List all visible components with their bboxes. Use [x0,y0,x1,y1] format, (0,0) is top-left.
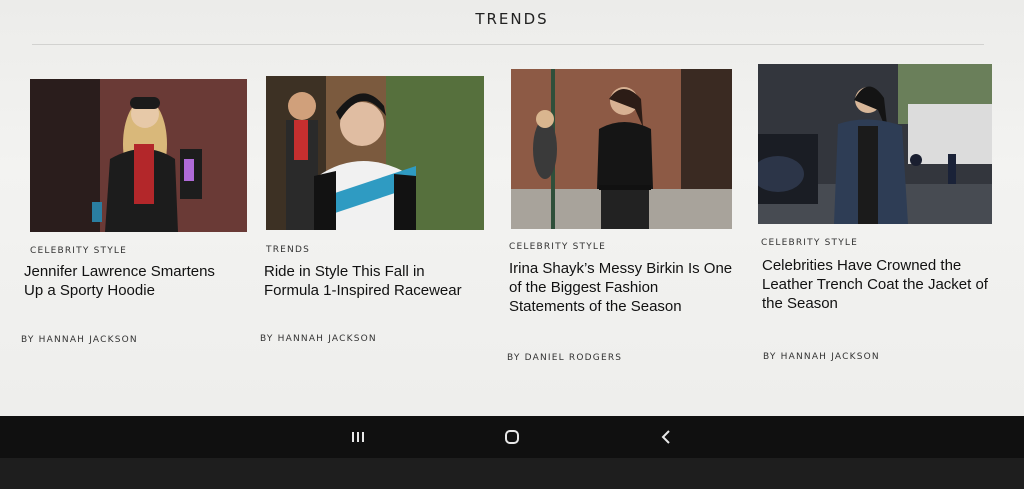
article-byline[interactable]: BY HANNAH JACKSON [260,334,377,344]
article-image[interactable] [30,79,247,232]
article-headline[interactable]: Jennifer Lawrence Smartens Up a Sporty H… [24,262,224,300]
article-headline[interactable]: Irina Shayk’s Messy Birkin Is One of the… [509,259,734,316]
article-byline[interactable]: BY HANNAH JACKSON [21,335,138,345]
article-headline[interactable]: Celebrities Have Crowned the Leather Tre… [762,256,990,313]
article-image[interactable] [266,76,484,230]
article-image[interactable] [758,64,992,224]
section-title: TRENDS [475,10,549,28]
article-category[interactable]: CELEBRITY STYLE [30,246,127,256]
article-image[interactable] [511,69,732,229]
article-card[interactable]: CELEBRITY STYLE Celebrities Have Crowned… [758,64,992,374]
home-icon[interactable] [494,422,530,452]
device-bezel [0,458,1024,489]
article-card[interactable]: CELEBRITY STYLE Jennifer Lawrence Smarte… [21,79,258,349]
section-divider [32,44,984,45]
article-category[interactable]: CELEBRITY STYLE [509,242,606,252]
article-category[interactable]: TRENDS [266,245,310,255]
article-card[interactable]: TRENDS Ride in Style This Fall in Formul… [260,76,494,346]
back-icon[interactable] [648,422,684,452]
article-headline[interactable]: Ride in Style This Fall in Formula 1-Ins… [264,262,474,300]
article-byline[interactable]: BY HANNAH JACKSON [763,352,880,362]
app-screen: TRENDS CELEBRITY STYLE Jennifer Lawrence… [0,0,1024,416]
article-byline[interactable]: BY DANIEL RODGERS [507,353,622,363]
article-card[interactable]: CELEBRITY STYLE Irina Shayk’s Messy Birk… [507,69,739,369]
article-category[interactable]: CELEBRITY STYLE [761,238,858,248]
system-navigation-bar [0,416,1024,458]
recent-apps-icon[interactable] [340,422,376,452]
